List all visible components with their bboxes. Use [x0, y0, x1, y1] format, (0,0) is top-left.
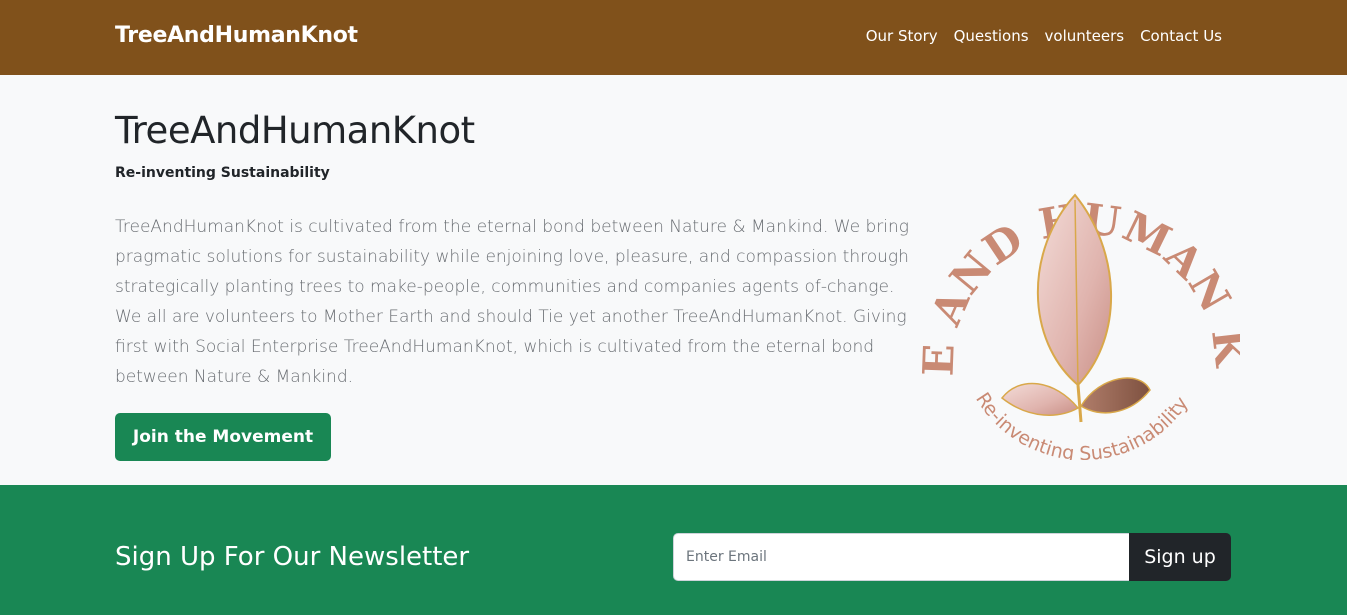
newsletter-title: Sign Up For Our Newsletter	[115, 542, 470, 572]
navbar: TreeAndHumanKnot Our Story Questions vol…	[0, 0, 1347, 75]
signup-button[interactable]: Sign up	[1129, 533, 1231, 581]
hero-section: TreeAndHumanKnot Re-inventing Sustainabi…	[0, 75, 1347, 485]
nav-menu: Our Story Questions volunteers Contact U…	[866, 27, 1222, 45]
hero-subtitle: Re-inventing Sustainability	[115, 165, 330, 181]
nav-link-our-story[interactable]: Our Story	[866, 27, 938, 45]
nav-link-volunteers[interactable]: volunteers	[1045, 27, 1125, 45]
brand-logo-link[interactable]: TreeAndHumanKnot	[115, 23, 358, 48]
join-movement-button[interactable]: Join the Movement	[115, 413, 331, 461]
nav-link-contact-us[interactable]: Contact Us	[1140, 27, 1222, 45]
newsletter-section: Sign Up For Our Newsletter Sign up	[0, 485, 1347, 615]
hero-title: TreeAndHumanKnot	[115, 109, 475, 152]
nav-link-questions[interactable]: Questions	[954, 27, 1029, 45]
tree-and-human-knot-logo: TREE AND HUMAN KNOT Re-inventing Sustain…	[915, 140, 1240, 460]
email-input[interactable]	[673, 533, 1130, 581]
hero-description: TreeAndHumanKnot is cultivated from the …	[115, 217, 909, 387]
